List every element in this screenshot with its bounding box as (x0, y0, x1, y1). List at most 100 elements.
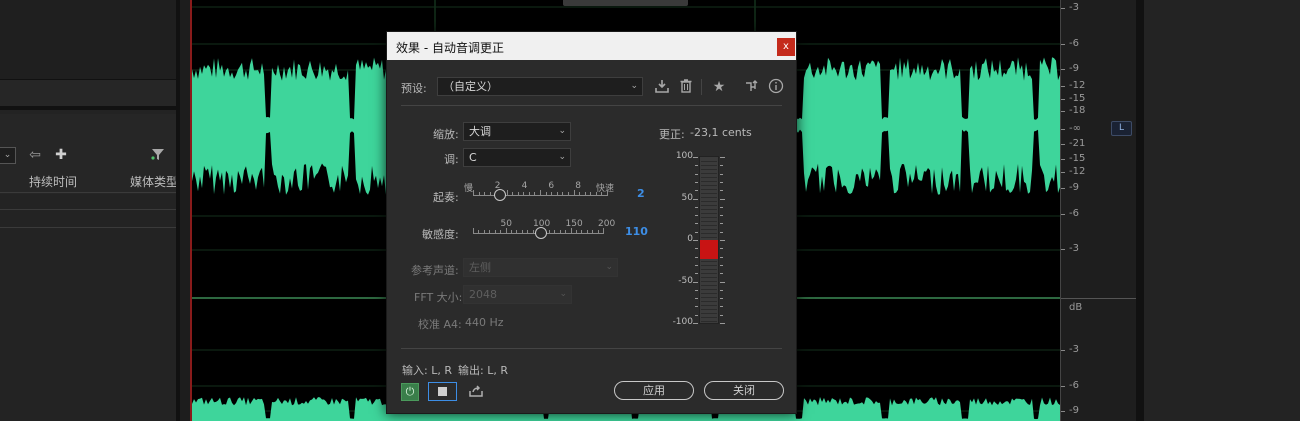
dialog-titlebar[interactable]: 效果 - 自动音调更正 x (387, 32, 796, 60)
meter-tick (695, 173, 698, 175)
slider-tick (586, 230, 588, 234)
ruler-tick-label: -6 (1069, 380, 1079, 391)
attack-slider[interactable] (473, 189, 608, 202)
slider-tick (512, 192, 514, 196)
meter-scale-label: -100 (672, 317, 693, 327)
meter-tick (695, 181, 698, 183)
meter-segment (701, 221, 717, 222)
slider-tick-label: 150 (565, 219, 583, 229)
slider-tick (528, 192, 530, 196)
meter-segment (701, 205, 717, 206)
panel-divider[interactable] (176, 0, 180, 421)
sensitivity-slider[interactable] (473, 227, 604, 240)
meter-tick (720, 206, 723, 208)
audition-window: ⌄ ⇦ ✚ 持续时间 媒体类型 -3 -6 -9 -12 -15 -18 -∞ -21 -15-… (0, 0, 1300, 421)
meter-tick (720, 240, 725, 241)
correction-meter (699, 156, 719, 324)
meter-tick (695, 298, 698, 300)
scale-select[interactable]: 大调 ⌄ (463, 122, 571, 141)
attack-value[interactable]: 2 (637, 187, 645, 200)
slider-tick (590, 192, 592, 196)
ruler-tick-label: -9 (1069, 182, 1079, 193)
ruler-tick-label: -18 (1069, 105, 1086, 116)
slider-tick (579, 192, 581, 196)
meter-segment (701, 213, 717, 214)
meter-segment (701, 185, 717, 186)
ruler-tick-label: -12 (1069, 166, 1086, 177)
slider-tick-label: 2 (494, 181, 501, 191)
slider-tick (521, 230, 523, 234)
view-select[interactable]: ⌄ (0, 147, 16, 164)
close-button[interactable]: 关闭 (704, 381, 784, 400)
slider-tick (489, 230, 491, 234)
routing-icon[interactable] (743, 78, 761, 96)
files-panel-strip (0, 80, 178, 110)
slider-tick-label: 200 (598, 219, 616, 229)
meter-tick (695, 165, 698, 167)
meter-segment (701, 317, 717, 318)
slider-tick (545, 192, 547, 196)
column-header-media-type[interactable]: 媒体类型 (130, 173, 178, 190)
slider-tick (595, 192, 597, 196)
delete-preset-icon[interactable] (677, 78, 695, 96)
meter-tick (720, 273, 723, 275)
slider-tick (517, 192, 519, 196)
slider-tick (592, 230, 594, 234)
favorite-icon[interactable]: ★ (710, 78, 728, 96)
slider-tick (473, 228, 474, 234)
power-icon[interactable]: ⏻ (401, 383, 419, 401)
meter-tick (720, 198, 725, 200)
meter-segment (701, 225, 717, 226)
calibration-value[interactable]: 440 Hz (465, 316, 504, 329)
slider-tick (548, 230, 550, 234)
info-icon[interactable] (767, 78, 785, 96)
fft-size-select[interactable]: 2048 ⌄ (463, 285, 572, 304)
key-label: 调: (444, 153, 459, 166)
ruler-tick (1061, 86, 1065, 87)
slider-tick (473, 190, 474, 196)
reference-channel-select[interactable]: 左侧 ⌄ (463, 258, 618, 277)
add-icon[interactable]: ✚ (52, 146, 70, 164)
export-icon[interactable] (467, 383, 485, 401)
zoom-navigator-handle[interactable] (563, 0, 688, 6)
slider-tick (601, 192, 603, 196)
meter-segment (701, 277, 717, 278)
apply-button[interactable]: 应用 (614, 381, 694, 400)
chevron-down-icon: ⌄ (558, 126, 566, 136)
ruler-tick (1061, 111, 1065, 112)
meter-tick (720, 289, 723, 291)
channel-badge[interactable]: L (1111, 121, 1132, 136)
ruler-tick (1061, 144, 1065, 145)
correction-value: -23,1 cents (690, 126, 752, 139)
input-channels: 输入: L, R (402, 364, 452, 377)
preset-select[interactable]: （自定义） ⌄ (437, 77, 643, 96)
stop-button[interactable] (428, 382, 457, 401)
column-header-duration[interactable]: 持续时间 (29, 173, 77, 190)
meter-tick (720, 215, 723, 217)
row-divider (0, 227, 178, 228)
arrow-left-icon[interactable]: ⇦ (26, 146, 44, 164)
key-select[interactable]: C ⌄ (463, 148, 571, 167)
meter-segment (701, 273, 717, 274)
slider-tick-label: 8 (575, 181, 581, 191)
slider-tick (489, 192, 491, 196)
channel-split (1061, 298, 1137, 299)
filter-icon[interactable] (149, 146, 167, 164)
meter-segment (701, 269, 717, 270)
correction-label: 更正: (659, 128, 685, 141)
meter-tick (693, 240, 698, 241)
meter-tick (695, 264, 698, 266)
slider-tick (581, 230, 583, 234)
slider-tick (551, 192, 553, 196)
close-icon[interactable]: x (777, 38, 795, 56)
meter-tick (720, 248, 723, 250)
slider-tick-label: 100 (533, 219, 551, 229)
meter-tick (693, 198, 698, 200)
meter-tick (695, 223, 698, 225)
meter-tick (720, 256, 723, 258)
sensitivity-value[interactable]: 110 (625, 225, 648, 238)
slider-tick (567, 192, 569, 196)
slider-tick (562, 192, 564, 196)
meter-tick (720, 264, 723, 266)
save-preset-icon[interactable] (653, 78, 671, 96)
